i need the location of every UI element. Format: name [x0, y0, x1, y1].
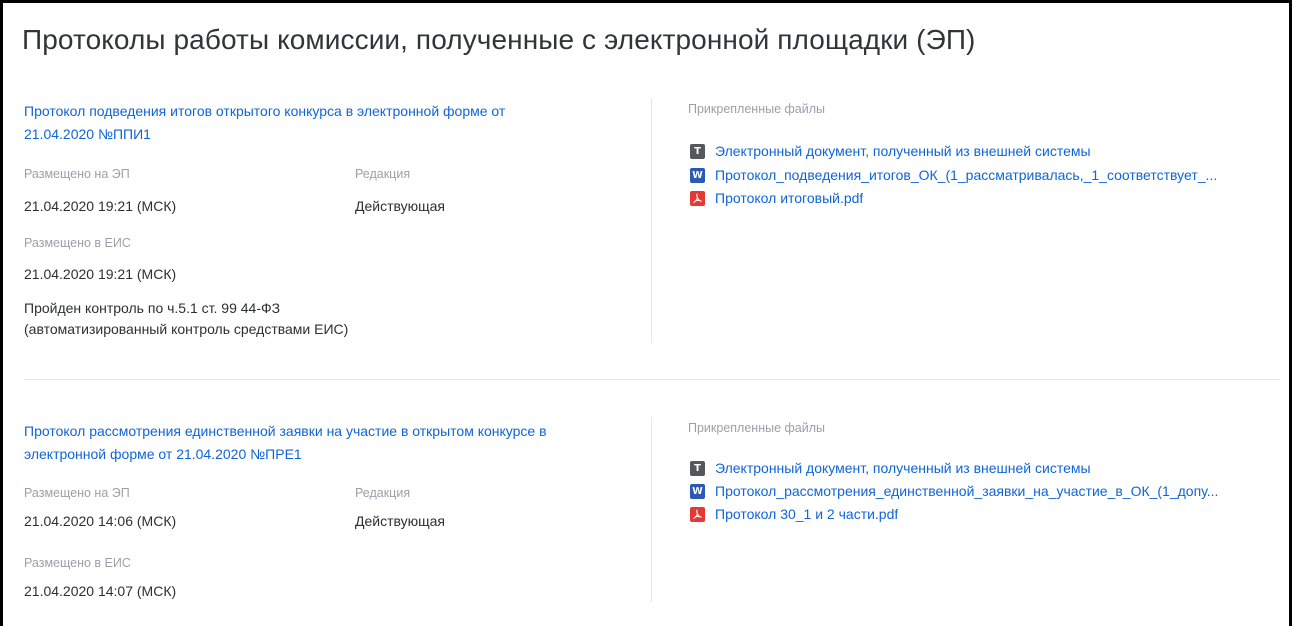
protocol-link-line1[interactable]: Протокол рассмотрения единственной заявк… [24, 423, 547, 439]
file-item[interactable]: W Протокол_рассмотрения_единственной_зая… [690, 482, 1280, 500]
attached-files-label: Прикрепленные файлы [688, 102, 826, 116]
column-divider [651, 417, 652, 602]
placed-eis-value: 21.04.2020 19:21 (МСК) [24, 266, 177, 282]
placed-ep-label: Размещено на ЭП [24, 486, 130, 500]
file-name[interactable]: Протокол 30_1 и 2 части.pdf [715, 506, 898, 522]
placed-ep-label: Размещено на ЭП [24, 167, 130, 181]
file-item[interactable]: Протокол 30_1 и 2 части.pdf [690, 505, 1280, 523]
section-divider [24, 379, 1280, 380]
edition-label: Редакция [355, 486, 411, 500]
placed-eis-value: 21.04.2020 14:07 (МСК) [24, 583, 177, 599]
placed-eis-label: Размещено в ЕИС [24, 236, 131, 250]
file-name[interactable]: Протокол_подведения_итогов_ОК_(1_рассмат… [715, 167, 1217, 183]
edition-value: Действующая [355, 198, 446, 214]
protocol-link-line1[interactable]: Протокол подведения итогов открытого кон… [24, 103, 505, 119]
protocol-link[interactable]: Протокол подведения итогов открытого кон… [24, 100, 644, 146]
page-title: Протоколы работы комиссии, полученные с … [22, 24, 976, 55]
file-item[interactable]: T Электронный документ, полученный из вн… [690, 142, 1280, 160]
placed-ep-value: 21.04.2020 19:21 (МСК) [24, 198, 177, 214]
text-doc-icon: T [690, 143, 705, 159]
control-note-line1: Пройден контроль по ч.5.1 ст. 99 44-ФЗ [24, 300, 281, 316]
edition-value: Действующая [355, 513, 446, 529]
file-name[interactable]: Электронный документ, полученный из внеш… [715, 143, 1091, 159]
column-divider [651, 98, 652, 343]
edition-label: Редакция [355, 167, 411, 181]
attached-files-label: Прикрепленные файлы [688, 421, 826, 435]
file-item[interactable]: Протокол итоговый.pdf [690, 189, 1280, 207]
text-doc-icon: T [690, 460, 705, 476]
file-name[interactable]: Электронный документ, полученный из внеш… [715, 460, 1091, 476]
protocol-link-line2[interactable]: электронной форме от 21.04.2020 №ПРЕ1 [24, 446, 302, 462]
file-item[interactable]: W Протокол_подведения_итогов_ОК_(1_рассм… [690, 166, 1280, 184]
word-doc-icon: W [690, 483, 705, 499]
pdf-icon [690, 506, 705, 522]
placed-eis-label: Размещено в ЕИС [24, 556, 131, 570]
word-doc-icon: W [690, 167, 705, 183]
file-name[interactable]: Протокол итоговый.pdf [715, 190, 863, 206]
protocol-link[interactable]: Протокол рассмотрения единственной заявк… [24, 420, 644, 466]
protocol-link-line2[interactable]: 21.04.2020 №ППИ1 [24, 126, 151, 142]
control-note-line2: (автоматизированный контроль средствами … [24, 321, 349, 337]
file-name[interactable]: Протокол_рассмотрения_единственной_заявк… [715, 483, 1218, 499]
placed-ep-value: 21.04.2020 14:06 (МСК) [24, 513, 177, 529]
file-item[interactable]: T Электронный документ, полученный из вн… [690, 459, 1280, 477]
pdf-icon [690, 190, 705, 206]
control-note: Пройден контроль по ч.5.1 ст. 99 44-ФЗ (… [24, 298, 348, 340]
